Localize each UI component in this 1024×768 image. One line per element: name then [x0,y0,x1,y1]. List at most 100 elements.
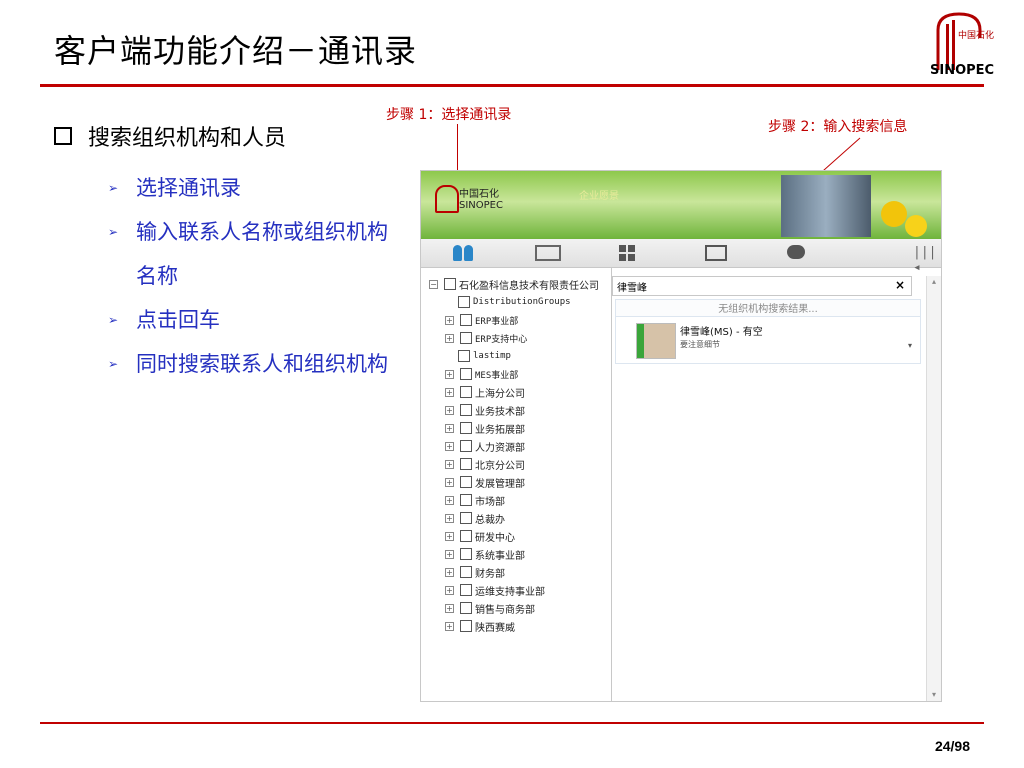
sub-bullet-label: 选择通讯录 [136,176,241,200]
chat-icon[interactable] [787,245,805,259]
tree-node[interactable]: DistributionGroups [458,295,571,309]
tree-node[interactable]: + 运维支持事业部 [445,583,545,598]
tree-node-label: 上海分公司 [475,388,525,400]
tree-node[interactable]: + 北京分公司 [445,457,525,472]
expand-node-icon[interactable]: + [445,387,454,397]
tree-checkbox[interactable] [460,386,472,398]
sub-bullet-label: 输入联系人名称或组织机构名称 [136,220,388,288]
tree-node[interactable]: + 人力资源部 [445,439,525,454]
expand-node-icon[interactable]: + [445,459,454,469]
org-tree: − 石化盈科信息技术有限责任公司 DistributionGroups + ERP事… [421,268,612,701]
tree-checkbox[interactable] [460,620,472,632]
tree-checkbox[interactable] [460,512,472,524]
tree-node[interactable]: + 市场部 [445,493,505,508]
sub-bullet: ➢ 点击回车 [108,298,398,342]
tree-checkbox[interactable] [460,422,472,434]
tree-checkbox[interactable] [460,566,472,578]
avatar [636,323,676,359]
sub-bullet-label: 同时搜索联系人和组织机构 [136,352,388,376]
collapse-node-icon[interactable]: − [429,279,438,289]
tree-node-label: MES事业部 [475,370,519,381]
tree-node-label: DistributionGroups [473,297,571,307]
tree-root[interactable]: − 石化盈科信息技术有限责任公司 [429,277,599,292]
sub-bullet: ➢ 选择通讯录 [108,166,398,210]
tree-node[interactable]: + 陕西赛威 [445,619,515,634]
tree-node[interactable]: lastimp [458,349,511,363]
brand-en: SINOPEC [459,200,503,211]
sub-bullet: ➢ 同时搜索联系人和组织机构 [108,342,398,386]
tree-checkbox[interactable] [460,332,472,344]
tree-checkbox[interactable] [458,296,470,308]
tree-checkbox[interactable] [460,602,472,614]
tree-node-label: 北京分公司 [475,460,525,472]
collapse-icon[interactable]: |||◂ [913,245,936,275]
expand-node-icon[interactable]: + [445,495,454,505]
scrollbar[interactable]: ▴ ▾ [926,276,941,701]
tree-node[interactable]: + 财务部 [445,565,505,580]
tree-node[interactable]: + 发展管理部 [445,475,525,490]
expand-node-icon[interactable]: + [445,621,454,631]
tree-node[interactable]: + ERP支持中心 [445,331,527,345]
tree-node[interactable]: + ERP事业部 [445,313,518,327]
tree-checkbox[interactable] [460,494,472,506]
tree-node-label: 总裁办 [475,514,505,526]
tree-node[interactable]: + 业务拓展部 [445,421,525,436]
main-bullet-label: 搜索组织机构和人员 [88,126,287,151]
tree-checkbox[interactable] [460,368,472,380]
expand-node-icon[interactable]: + [445,477,454,487]
expand-node-icon[interactable]: + [445,315,454,325]
step1-callout: 步骤 1：选择通讯录 [386,107,512,123]
org-no-result: 无组织机构搜索结果... [615,299,921,317]
tree-node-label: ERP事业部 [475,316,519,327]
expand-node-icon[interactable]: + [445,603,454,613]
expand-node-icon[interactable]: + [445,531,454,541]
tree-node[interactable]: + 总裁办 [445,511,505,526]
note-icon[interactable] [535,245,561,261]
tree-checkbox[interactable] [458,350,470,362]
tree-checkbox[interactable] [460,530,472,542]
tree-checkbox[interactable] [460,404,472,416]
tree-node[interactable]: + 业务技术部 [445,403,525,418]
tree-checkbox[interactable] [460,440,472,452]
expand-node-icon[interactable]: + [445,567,454,577]
tree-node[interactable]: + MES事业部 [445,367,518,381]
contact-name: 律雪峰(MS) - 有空 [680,327,763,338]
expand-card-icon[interactable]: ▾ [908,341,912,350]
expand-node-icon[interactable]: + [445,549,454,559]
search-value: 律雪峰 [617,283,647,294]
square-bullet-icon [54,127,72,145]
scroll-up-icon[interactable]: ▴ [928,276,940,288]
expand-node-icon[interactable]: + [445,405,454,415]
expand-node-icon[interactable]: + [445,369,454,379]
tree-checkbox[interactable] [460,548,472,560]
tree-node-label: 运维支持事业部 [475,586,545,598]
contacts-icon[interactable] [453,245,475,261]
contact-result-card[interactable]: 律雪峰(MS) - 有空 要注意细节 ▾ [615,316,921,364]
tree-checkbox[interactable] [460,584,472,596]
tree-node[interactable]: + 研发中心 [445,529,515,544]
tree-checkbox[interactable] [460,476,472,488]
tree-checkbox[interactable] [460,458,472,470]
tree-node-label: lastimp [473,351,511,361]
arrow-bullet-icon: ➢ [108,357,119,371]
clear-search-icon[interactable]: × [895,278,905,292]
scroll-down-icon[interactable]: ▾ [928,689,940,701]
contact-search-input[interactable]: 律雪峰 × [612,276,912,296]
tree-node-label: 人力资源部 [475,442,525,454]
tree-node[interactable]: + 系统事业部 [445,547,525,562]
expand-node-icon[interactable]: + [445,423,454,433]
expand-node-icon[interactable]: + [445,513,454,523]
tree-checkbox[interactable] [460,314,472,326]
tree-node[interactable]: + 销售与商务部 [445,601,535,616]
tree-node-label: 研发中心 [475,532,515,544]
tree-node[interactable]: + 上海分公司 [445,385,525,400]
sunflower-illustration [881,201,907,227]
tree-checkbox[interactable] [444,278,456,290]
tree-node-label: 业务拓展部 [475,424,525,436]
expand-node-icon[interactable]: + [445,333,454,343]
arrow-bullet-icon: ➢ [108,181,119,195]
mail-icon[interactable] [705,245,727,261]
expand-node-icon[interactable]: + [445,585,454,595]
apps-icon[interactable] [619,245,637,261]
expand-node-icon[interactable]: + [445,441,454,451]
